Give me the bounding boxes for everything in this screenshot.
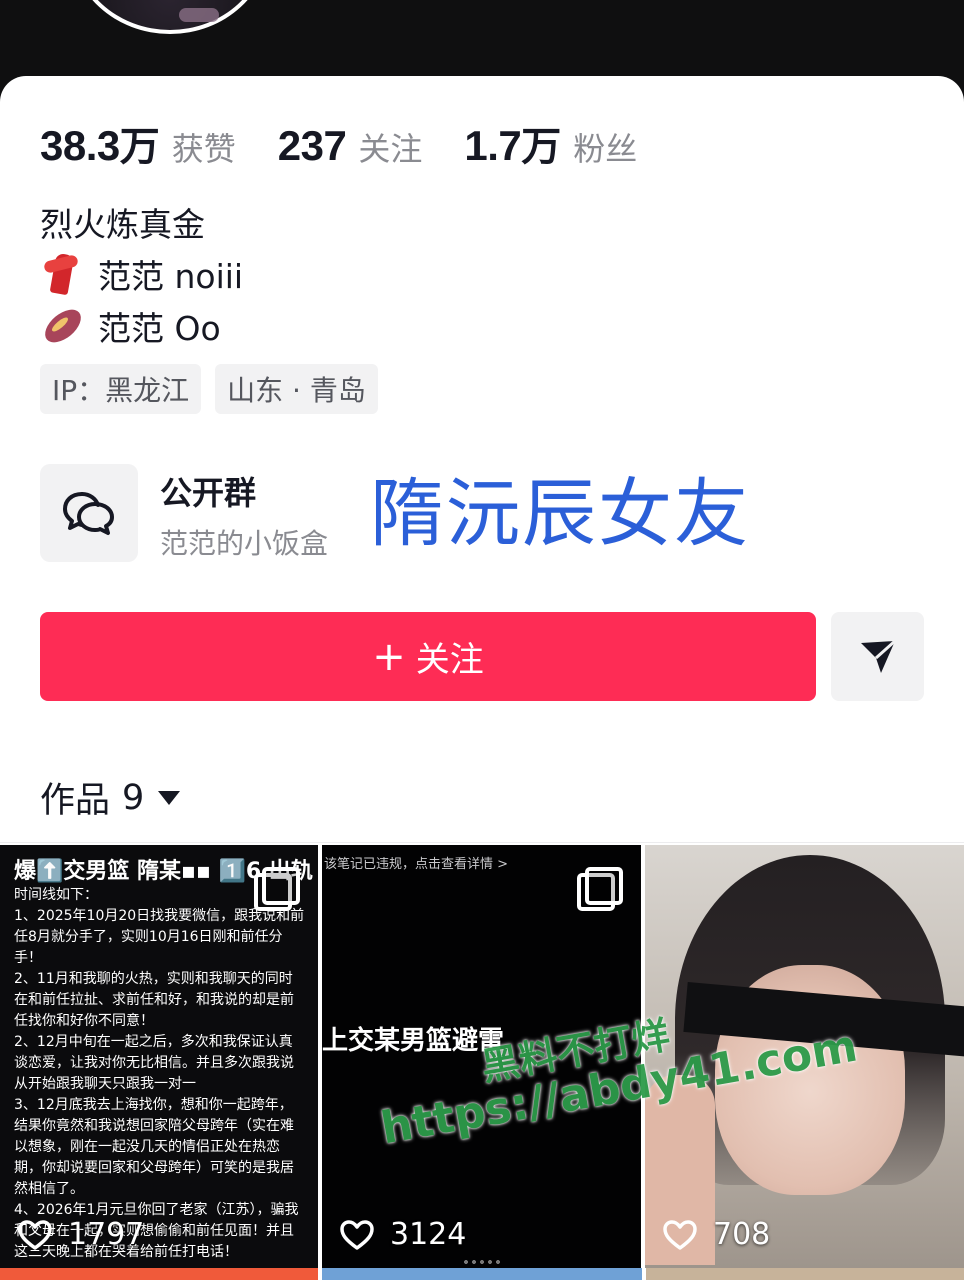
bio-text-3: 范范 Oo bbox=[98, 309, 221, 348]
stat-followers-number: 1.7 bbox=[464, 122, 522, 169]
stat-following-number: 237 bbox=[277, 122, 347, 169]
next-row-preview bbox=[0, 1268, 964, 1280]
stat-likes-number: 38.3 bbox=[40, 122, 120, 169]
bio-text-1: 烈火炼真金 bbox=[40, 205, 205, 244]
avatar[interactable] bbox=[70, 0, 270, 34]
tile-1-body: 时间线如下： 1、2025年10月20日找我要微信，跟我说和前任8月就分手了，实… bbox=[14, 885, 306, 1263]
bio: 烈火炼真金 范范 noiii 范范 Oo bbox=[40, 196, 243, 352]
works-label: 作品 bbox=[40, 781, 111, 821]
tile-2-likes: 3124 bbox=[340, 1217, 466, 1252]
tile-3-likes: 708 bbox=[663, 1217, 770, 1252]
bio-line-3: 范范 Oo bbox=[40, 300, 243, 352]
bio-line-2: 范范 noiii bbox=[40, 248, 243, 300]
tile-1-line: 1、2025年10月20日找我要微信，跟我说和前任8月就分手了，实则10月16日… bbox=[14, 908, 305, 966]
stat-likes[interactable]: 38.3 万 获赞 bbox=[40, 114, 236, 172]
stat-following-label: 关注 bbox=[358, 130, 423, 168]
tag-city[interactable]: 山东 · 青岛 bbox=[215, 364, 378, 414]
stats-row: 38.3 万 获赞 237 关注 1.7 万 粉丝 bbox=[40, 114, 679, 172]
chat-bubbles-icon bbox=[40, 464, 138, 562]
public-group-card[interactable]: 公开群 范范的小饭盒 bbox=[40, 464, 350, 564]
send-icon bbox=[861, 639, 897, 673]
tile-1-line: 3、12月底我去上海找你，想和你一起跨年，结果你竟然和我说想回家陪父母跨年（实在… bbox=[14, 1097, 294, 1197]
stat-likes-label: 获赞 bbox=[171, 130, 236, 168]
multi-image-icon bbox=[254, 867, 300, 911]
follow-button[interactable]: + 关注 bbox=[40, 612, 816, 701]
tile-1-line: 2、11月和我聊的火热，实则和我聊天的同时在和前任拉扯、求前任和好，和我说的却是… bbox=[14, 971, 294, 1029]
heart-icon bbox=[663, 1219, 697, 1250]
tag-ip-location: IP：黑龙江 bbox=[40, 364, 202, 414]
tile-2-like-count: 3124 bbox=[390, 1217, 467, 1252]
multi-image-icon bbox=[577, 867, 623, 911]
works-tab[interactable]: 作品 9 bbox=[40, 772, 181, 823]
plus-icon: + bbox=[372, 633, 406, 680]
caret-down-icon bbox=[158, 790, 181, 805]
works-count: 9 bbox=[122, 777, 145, 818]
sweet-potato-icon bbox=[40, 304, 84, 348]
stat-followers-label: 粉丝 bbox=[573, 130, 638, 168]
work-tile-1[interactable]: 爆⬆️交男篮 隋某▪▪ 1️⃣6 出轨 时间线如下： 1、2025年10月20日… bbox=[0, 845, 318, 1268]
heart-icon bbox=[340, 1219, 374, 1250]
tile-1-line: 2、12月中旬在一起之后，多次和我保证认真谈恋爱，让我对你无比相信。并且多次跟我… bbox=[14, 1034, 294, 1092]
bio-text-2: 范范 noiii bbox=[98, 257, 244, 296]
tile-3-like-count: 708 bbox=[713, 1217, 771, 1252]
profile-tags: IP：黑龙江 山东 · 青岛 bbox=[40, 364, 392, 414]
stat-following[interactable]: 237 关注 bbox=[278, 122, 423, 170]
stat-followers[interactable]: 1.7 万 粉丝 bbox=[464, 114, 637, 172]
annotation-overlay-text: 隋沅辰女友 bbox=[370, 471, 750, 557]
tile-1-like-count: 1797 bbox=[68, 1217, 145, 1252]
scarf-icon bbox=[40, 252, 84, 296]
tile-1-likes: 1797 bbox=[18, 1217, 144, 1252]
group-subtitle: 范范的小饭盒 bbox=[160, 527, 329, 560]
send-message-button[interactable] bbox=[831, 612, 924, 701]
divider bbox=[0, 842, 964, 843]
bio-line-1: 烈火炼真金 bbox=[40, 196, 243, 248]
page-dots bbox=[462, 1260, 502, 1264]
tile-2-violation-notice[interactable]: 该笔记已违规，点击查看详情 > bbox=[324, 853, 508, 872]
group-title: 公开群 bbox=[160, 474, 257, 512]
stat-followers-unit: 万 bbox=[521, 124, 562, 170]
stat-likes-unit: 万 bbox=[119, 124, 160, 170]
heart-icon bbox=[18, 1219, 52, 1250]
follow-label: 关注 bbox=[415, 640, 484, 680]
